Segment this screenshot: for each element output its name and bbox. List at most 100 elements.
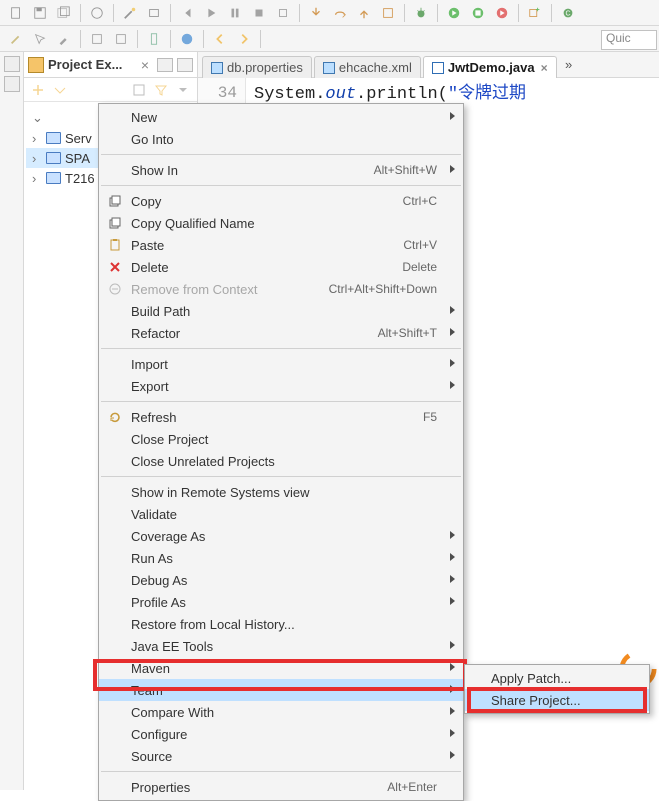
menu-go-into[interactable]: Go Into [99,128,463,150]
new-pkg-icon[interactable] [525,3,545,23]
menu-close-project[interactable]: Close Project [99,428,463,450]
copy-icon [105,194,125,208]
chevron-right-icon[interactable]: › [32,151,46,166]
terminate-icon[interactable] [273,3,293,23]
chevron-down-icon[interactable]: ⌄ [32,110,46,126]
submenu-apply-patch[interactable]: Apply Patch... [465,667,649,689]
remove-context-icon [105,282,125,296]
step-over-icon[interactable] [330,3,350,23]
menu-show-in[interactable]: Show In Alt+Shift+W [99,159,463,181]
editor-tabs: db.properties ehcache.xml JwtDemo.java ×… [198,52,659,78]
folder-icon [46,152,61,164]
menu-copy-qualified[interactable]: Copy Qualified Name [99,212,463,234]
menu-source[interactable]: Source [99,745,463,767]
menu-export[interactable]: Export [99,375,463,397]
close-tab-icon[interactable]: × [541,61,548,75]
tree-item-label: Serv [65,131,92,146]
menu-build-path[interactable]: Build Path [99,300,463,322]
menu-debug-as[interactable]: Debug As [99,569,463,591]
project-explorer-toolbar [24,78,197,102]
menu-paste[interactable]: PasteCtrl+V [99,234,463,256]
open-type-icon[interactable] [87,29,107,49]
coverage-icon[interactable] [468,3,488,23]
menu-maven[interactable]: Maven [99,657,463,679]
menu-properties[interactable]: Properties Alt+Enter [99,776,463,798]
menu-coverage-as[interactable]: Coverage As [99,525,463,547]
copy-icon [105,216,125,230]
run-ext-icon[interactable] [492,3,512,23]
focus-icon[interactable] [131,82,147,98]
brush-icon[interactable] [54,29,74,49]
menu-restore-history[interactable]: Restore from Local History... [99,613,463,635]
project-explorer-tab[interactable]: Project Ex... × [24,52,197,78]
chevron-right-icon[interactable]: › [32,131,46,146]
play-icon[interactable] [201,3,221,23]
menu-copy[interactable]: CopyCtrl+C [99,190,463,212]
main-toolbar-row-2: Quic [0,26,659,52]
tab-jwtdemo-java[interactable]: JwtDemo.java × [423,56,557,78]
left-dock-strip [0,52,24,790]
file-icon [211,62,223,74]
tab-label: JwtDemo.java [448,60,535,75]
menu-compare-with[interactable]: Compare With [99,701,463,723]
menu-refactor[interactable]: Refactor Alt+Shift+T [99,322,463,344]
save-icon[interactable] [30,3,50,23]
new-icon[interactable] [6,3,26,23]
wand-icon[interactable] [6,29,26,49]
run-green-icon[interactable] [444,3,464,23]
stop-icon[interactable] [249,3,269,23]
save-all-icon[interactable] [54,3,74,23]
tab-db-properties[interactable]: db.properties [202,56,312,78]
menu-show-remote[interactable]: Show in Remote Systems view [99,481,463,503]
refresh-icon [105,410,125,424]
globe-icon[interactable] [87,3,107,23]
quick-access-field[interactable]: Quic [601,30,657,50]
view-menu-icon[interactable] [175,82,191,98]
submenu-share-project[interactable]: Share Project... [465,689,649,711]
close-icon[interactable]: × [137,57,153,73]
step-return-icon[interactable] [354,3,374,23]
menu-refresh[interactable]: RefreshF5 [99,406,463,428]
select-icon[interactable] [30,29,50,49]
menu-profile-as[interactable]: Profile As [99,591,463,613]
svg-text:C: C [565,10,570,17]
package-icon[interactable] [144,3,164,23]
more-tabs-icon[interactable]: » [559,57,579,72]
open-task-icon[interactable] [111,29,131,49]
collapse-all-icon[interactable] [30,82,46,98]
globe2-icon[interactable] [177,29,197,49]
skip-back-icon[interactable] [177,3,197,23]
minimize-icon[interactable] [157,58,173,72]
tab-ehcache-xml[interactable]: ehcache.xml [314,56,421,78]
tree-item-label: SPA [65,151,90,166]
file-icon [323,62,335,74]
menu-remove-context: Remove from ContextCtrl+Alt+Shift+Down [99,278,463,300]
wizard-icon[interactable] [120,3,140,23]
back-icon[interactable] [210,29,230,49]
menu-close-unrelated[interactable]: Close Unrelated Projects [99,450,463,472]
menu-delete[interactable]: DeleteDelete [99,256,463,278]
menu-new[interactable]: New [99,106,463,128]
menu-validate[interactable]: Validate [99,503,463,525]
forward-icon[interactable] [234,29,254,49]
link-editor-icon[interactable] [52,82,68,98]
menu-run-as[interactable]: Run As [99,547,463,569]
bug-icon[interactable] [411,3,431,23]
chevron-right-icon[interactable]: › [32,171,46,186]
project-explorer-icon [28,57,44,73]
menu-import[interactable]: Import [99,353,463,375]
filter-icon[interactable] [153,82,169,98]
pause-icon[interactable] [225,3,245,23]
tab-label: ehcache.xml [339,60,412,75]
new-class-icon[interactable]: C [558,3,578,23]
project-context-menu: New Go Into Show In Alt+Shift+W CopyCtrl… [98,103,464,801]
toggle-mark-icon[interactable] [144,29,164,49]
menu-javaee-tools[interactable]: Java EE Tools [99,635,463,657]
drop-frame-icon[interactable] [378,3,398,23]
menu-configure[interactable]: Configure [99,723,463,745]
step-into-icon[interactable] [306,3,326,23]
menu-team[interactable]: Team [99,679,463,701]
main-toolbar-row-1: C [0,0,659,26]
maximize-icon[interactable] [177,58,193,72]
tab-label: db.properties [227,60,303,75]
